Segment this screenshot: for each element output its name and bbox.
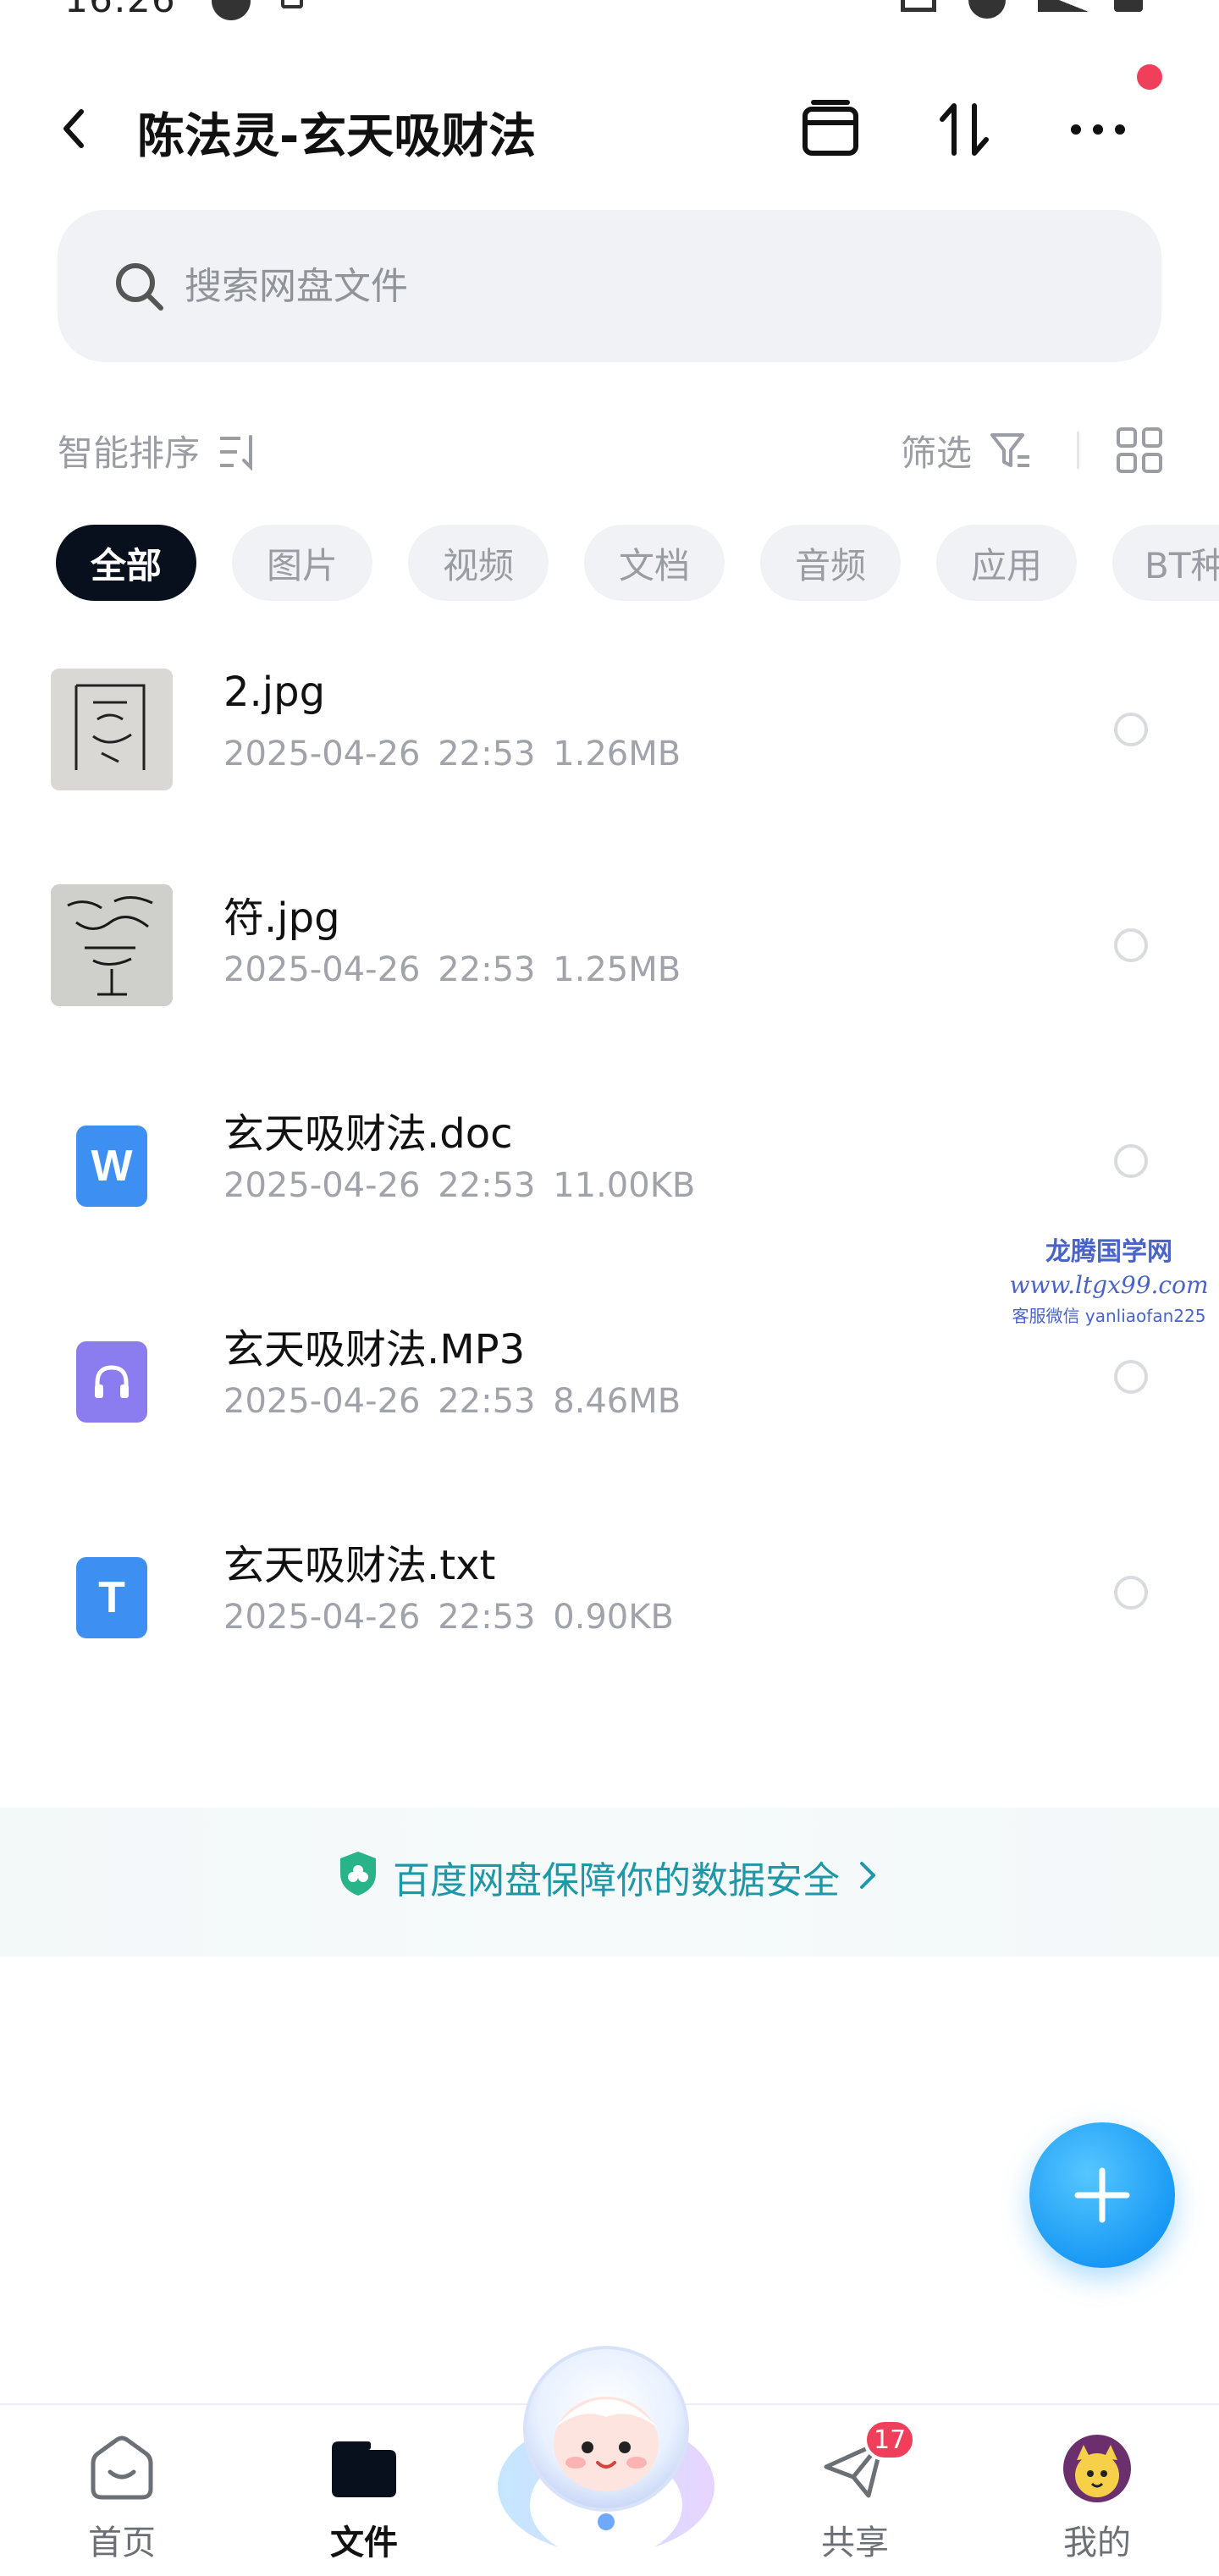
header: 陈法灵-玄天吸财法 — [0, 73, 1219, 183]
file-meta: 2025-04-26 22:53 8.46MB — [223, 1382, 681, 1421]
file-meta: 2025-04-26 22:53 1.26MB — [223, 735, 681, 773]
divider — [1077, 432, 1079, 469]
file-name: 符.jpg — [223, 894, 340, 942]
file-name: 2.jpg — [223, 669, 326, 716]
status-battery-icon — [1114, 0, 1143, 12]
file-meta: 2025-04-26 22:53 0.90KB — [223, 1598, 674, 1637]
back-icon[interactable] — [51, 103, 102, 154]
nav-files[interactable]: 文件 — [305, 2430, 423, 2566]
page-title: 陈法灵-玄天吸财法 — [137, 109, 537, 164]
category-tabs: 全部 图片 视频 文档 音频 应用 BT种 — [0, 525, 1219, 603]
image-thumbnail — [51, 669, 173, 790]
tab-all[interactable]: 全部 — [56, 525, 196, 601]
word-doc-icon: W — [76, 1126, 147, 1207]
filter-icon[interactable] — [989, 430, 1031, 472]
audio-file-icon — [76, 1341, 147, 1423]
nav-share[interactable]: 共享 17 — [796, 2419, 917, 2566]
grid-view-icon[interactable] — [1116, 427, 1163, 474]
status-bar: 16:26 — [0, 0, 1219, 30]
image-thumbnail — [51, 884, 173, 1006]
status-nfc-icon — [901, 0, 936, 12]
file-name: 玄天吸财法.txt — [223, 1542, 496, 1589]
chevron-right-icon — [860, 1862, 875, 1889]
notification-dot — [1137, 64, 1162, 90]
watermark: 龙腾国学网 www.ltgx99.com 客服微信 yanliaofan225 — [1009, 1237, 1209, 1326]
tab-apps[interactable]: 应用 — [936, 525, 1077, 601]
mascot-assistant-button[interactable] — [488, 2336, 725, 2564]
file-row[interactable]: T 玄天吸财法.txt 2025-04-26 22:53 0.90KB — [0, 1506, 1219, 1722]
shield-icon — [340, 1852, 376, 1896]
status-sim-icon — [281, 0, 303, 8]
tab-bt[interactable]: BT种 — [1112, 525, 1219, 601]
nav-me[interactable]: 我的 — [1038, 2430, 1156, 2566]
text-file-icon: T — [76, 1557, 147, 1638]
home-icon — [84, 2430, 160, 2507]
status-alarm-icon — [968, 0, 1006, 19]
nav-home[interactable]: 首页 — [63, 2430, 181, 2566]
avatar-icon — [1059, 2430, 1135, 2507]
filter-button[interactable]: 筛选 — [901, 425, 972, 476]
search-input[interactable] — [185, 244, 1116, 328]
sort-button[interactable]: 智能排序 — [58, 425, 200, 476]
archive-icon[interactable] — [792, 91, 869, 168]
select-radio[interactable] — [1114, 1360, 1148, 1394]
tab-audio[interactable]: 音频 — [760, 525, 901, 601]
select-radio[interactable] — [1114, 713, 1148, 746]
share-badge: 17 — [863, 2419, 917, 2461]
file-meta: 2025-04-26 22:53 11.00KB — [223, 1166, 696, 1205]
sort-bar: 智能排序 筛选 — [0, 415, 1219, 482]
sort-icon[interactable] — [218, 433, 261, 471]
security-banner[interactable]: 百度网盘保障你的数据安全 — [0, 1808, 1219, 1957]
file-name: 玄天吸财法.MP3 — [223, 1326, 526, 1373]
file-row[interactable]: 2.jpg 2025-04-26 22:53 1.26MB — [0, 643, 1219, 859]
file-meta: 2025-04-26 22:53 1.25MB — [223, 950, 681, 989]
status-time: 16:26 — [64, 0, 176, 21]
select-radio[interactable] — [1114, 928, 1148, 962]
select-radio[interactable] — [1114, 1144, 1148, 1178]
more-icon[interactable] — [1060, 91, 1136, 168]
tab-videos[interactable]: 视频 — [408, 525, 549, 601]
transfer-icon[interactable] — [926, 91, 1002, 168]
select-radio[interactable] — [1114, 1576, 1148, 1610]
plus-icon — [1074, 2167, 1130, 2223]
tab-documents[interactable]: 文档 — [584, 525, 725, 601]
status-notification-icon — [212, 0, 251, 20]
status-signal-icon — [1038, 0, 1089, 12]
folder-icon — [326, 2430, 402, 2507]
banner-text: 百度网盘保障你的数据安全 — [393, 1859, 840, 1902]
search-icon — [116, 263, 163, 311]
tab-images[interactable]: 图片 — [232, 525, 372, 601]
file-row[interactable]: 符.jpg 2025-04-26 22:53 1.25MB — [0, 859, 1219, 1075]
search-bar[interactable] — [58, 210, 1161, 362]
add-button[interactable] — [1029, 2122, 1175, 2268]
file-name: 玄天吸财法.doc — [223, 1110, 513, 1158]
